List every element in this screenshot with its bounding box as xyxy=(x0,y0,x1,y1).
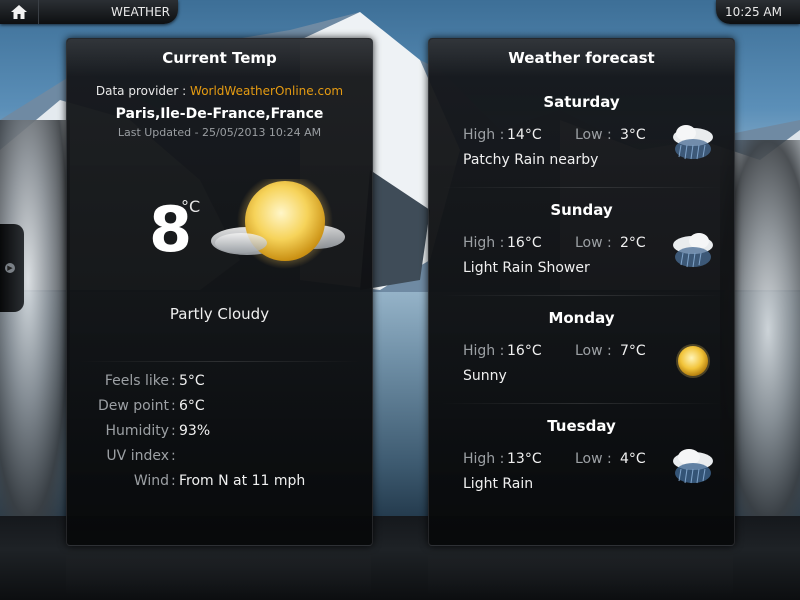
low-label: Low : xyxy=(575,235,612,251)
forecast-day-tuesday: Tuesday High : 13°C Low : 4°C Light Rain xyxy=(429,403,734,511)
high-value: 14°C xyxy=(507,127,542,143)
detail-row-wind: Wind : From N at 11 mph xyxy=(133,473,306,489)
detail-value: 93% xyxy=(179,423,211,439)
home-icon xyxy=(11,5,27,19)
day-name: Tuesday xyxy=(547,417,616,435)
provider-label: Data provider : xyxy=(95,84,187,98)
high-value: 13°C xyxy=(507,451,542,467)
rain-cloud-icon xyxy=(673,233,713,268)
day-condition: Patchy Rain nearby xyxy=(463,152,599,168)
detail-label: Wind xyxy=(133,473,169,489)
day-name: Sunday xyxy=(550,201,613,219)
divider xyxy=(79,361,360,362)
sun-icon xyxy=(676,344,710,378)
current-condition: Partly Cloudy xyxy=(169,305,270,323)
high-label: High : xyxy=(463,235,505,251)
data-provider: Data provider : WorldWeatherOnline.com xyxy=(67,84,372,98)
rain-cloud-icon xyxy=(673,125,713,160)
window-title: WEATHER xyxy=(111,5,170,19)
panel-reflection-right xyxy=(428,550,733,595)
detail-label: Feels like xyxy=(104,373,169,389)
snowy-tree-left xyxy=(0,120,70,520)
day-name: Saturday xyxy=(543,93,620,111)
low-value: 2°C xyxy=(620,235,646,251)
details-list: Feels like : 5°C Dew point : 6°C Humidit… xyxy=(67,373,372,498)
forecast-day-sunday: Sunday High : 16°C Low : 2°C Light Rain … xyxy=(429,187,734,295)
low-value: 7°C xyxy=(620,343,646,359)
location: Paris,Ile-De-France,France xyxy=(115,106,324,122)
high-value: 16°C xyxy=(507,235,542,251)
low-label: Low : xyxy=(575,451,612,467)
low-value: 3°C xyxy=(620,127,646,143)
top-bar-left: WEATHER xyxy=(0,0,178,24)
high-label: High : xyxy=(463,451,505,467)
detail-row-feels-like: Feels like : 5°C xyxy=(104,373,205,389)
chevron-right-icon: ▶ xyxy=(5,263,15,273)
detail-value: 6°C xyxy=(179,398,205,414)
home-button[interactable] xyxy=(0,0,39,24)
clock: 10:25 AM xyxy=(725,5,782,19)
low-value: 4°C xyxy=(620,451,646,467)
detail-label: UV index xyxy=(106,448,169,464)
low-label: Low : xyxy=(575,127,612,143)
weather-forecast-panel: Weather forecast Saturday High : 14°C Lo… xyxy=(428,38,735,546)
current-temp-panel: Current Temp Data provider : WorldWeathe… xyxy=(66,38,373,546)
high-label: High : xyxy=(463,127,505,143)
current-temp-header: Current Temp xyxy=(67,39,372,77)
detail-label: Dew point xyxy=(98,398,169,414)
low-label: Low : xyxy=(575,343,612,359)
forecast-day-saturday: Saturday High : 14°C Low : 3°C Patchy Ra… xyxy=(429,79,734,187)
rain-cloud-icon xyxy=(673,449,713,484)
day-condition: Light Rain Shower xyxy=(463,260,590,276)
day-condition: Sunny xyxy=(463,368,507,384)
partly-cloudy-icon xyxy=(211,179,345,269)
side-menu-handle[interactable]: ▶ xyxy=(0,224,24,312)
day-name: Monday xyxy=(548,309,615,327)
high-label: High : xyxy=(463,343,505,359)
detail-value: 5°C xyxy=(179,373,205,389)
detail-row-uv-index: UV index : xyxy=(106,448,176,464)
day-condition: Light Rain xyxy=(463,476,534,492)
high-value: 16°C xyxy=(507,343,542,359)
top-bar-right: 10:25 AM xyxy=(716,0,800,24)
provider-link[interactable]: WorldWeatherOnline.com xyxy=(190,84,343,98)
panel-reflection-left xyxy=(66,550,371,595)
detail-value: From N at 11 mph xyxy=(179,473,306,489)
forecast-day-monday: Monday High : 16°C Low : 7°C Sunny xyxy=(429,295,734,403)
detail-row-dew-point: Dew point : 6°C xyxy=(98,398,205,414)
detail-label: Humidity xyxy=(105,423,169,439)
detail-row-humidity: Humidity : 93% xyxy=(105,423,211,439)
temperature-unit: °C xyxy=(181,197,201,216)
last-updated: Last Updated - 25/05/2013 10:24 AM xyxy=(117,126,322,139)
forecast-header: Weather forecast xyxy=(429,39,734,77)
